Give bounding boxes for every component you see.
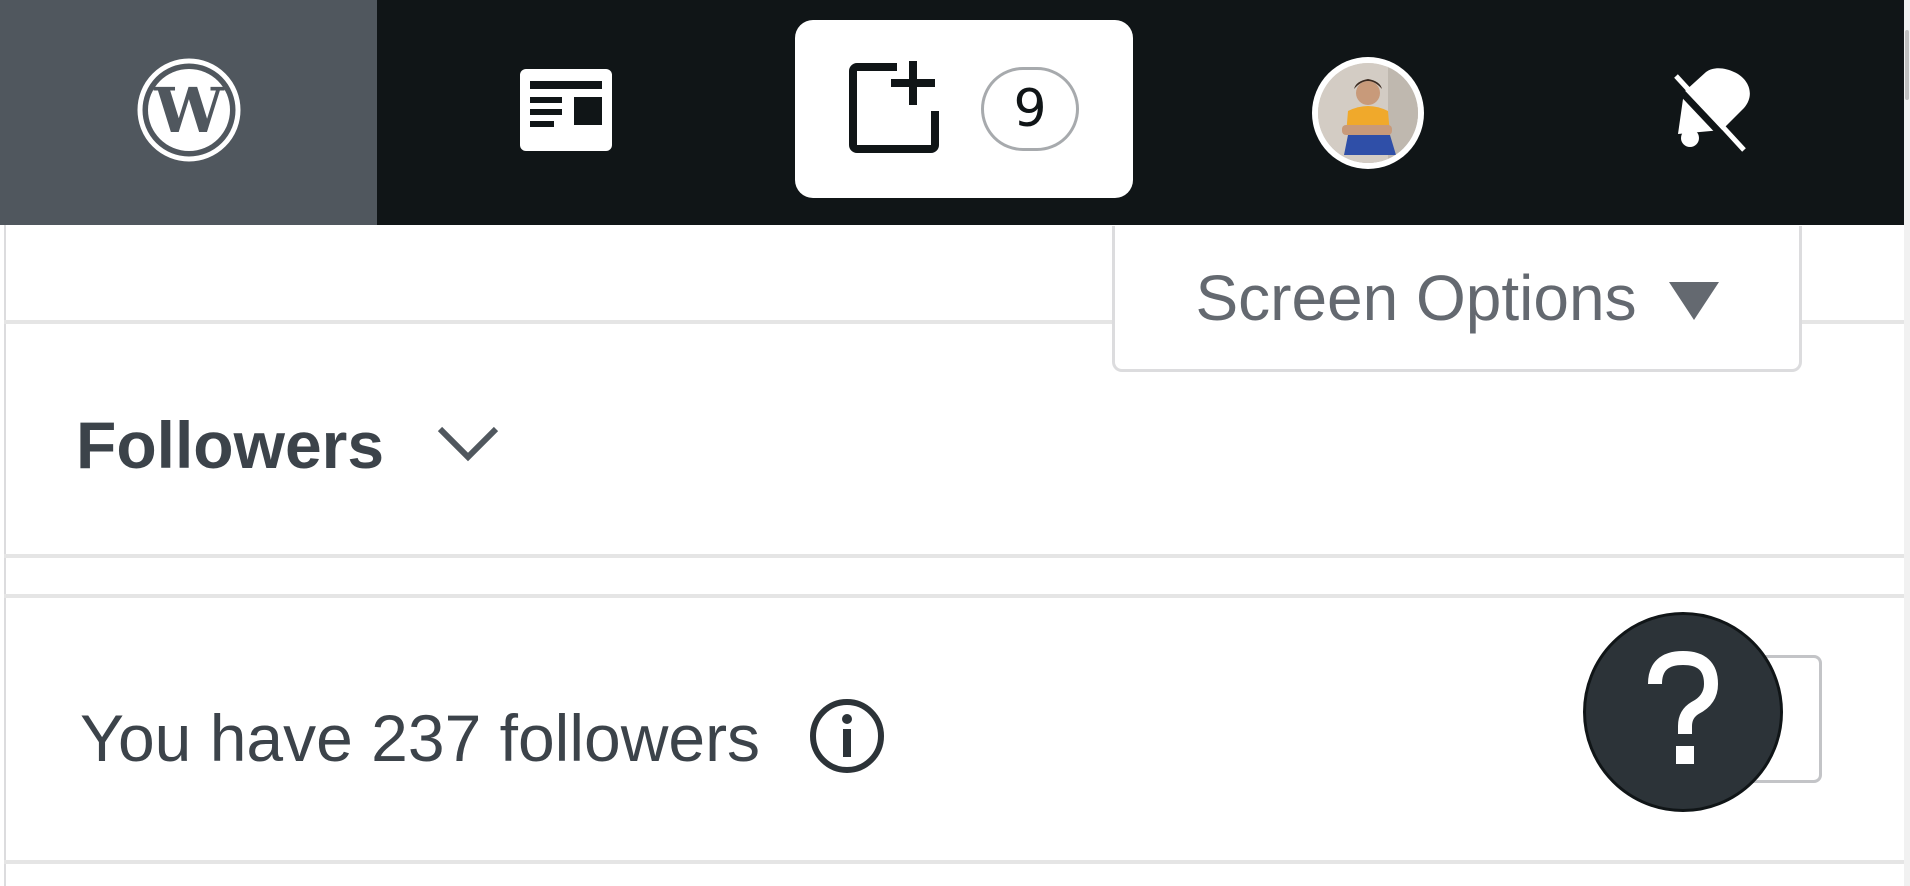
divider	[4, 554, 1904, 558]
screen-options-label: Screen Options	[1195, 261, 1637, 334]
write-post-button[interactable]: 9	[795, 20, 1133, 198]
followers-count-text: You have 237 followers	[80, 701, 761, 775]
info-icon[interactable]	[808, 697, 886, 780]
reader-icon	[519, 69, 612, 156]
reader-button[interactable]	[377, 0, 754, 225]
my-sites-button[interactable]: W	[0, 0, 377, 225]
profile-button[interactable]	[1310, 0, 1426, 225]
avatar	[1312, 56, 1424, 169]
followers-summary: You have 237 followers	[80, 690, 886, 786]
caret-down-icon	[1668, 281, 1719, 320]
svg-text:W: W	[153, 74, 225, 147]
page-title: Followers	[76, 408, 385, 482]
followers-dropdown[interactable]: Followers	[76, 400, 500, 490]
notifications-button[interactable]	[1640, 0, 1780, 225]
help-button[interactable]	[1583, 612, 1783, 812]
bell-icon	[1664, 64, 1756, 161]
divider	[4, 594, 1904, 598]
drafts-count-badge[interactable]: 9	[981, 67, 1079, 151]
chevron-down-icon	[436, 423, 500, 468]
question-mark-icon	[1643, 650, 1723, 775]
write-post-icon	[849, 60, 941, 158]
scrollbar[interactable]	[1904, 0, 1910, 886]
divider	[4, 860, 1904, 864]
wordpress-logo-icon: W	[137, 58, 241, 167]
screen-options-button[interactable]: Screen Options	[1112, 226, 1802, 372]
masterbar: W 9	[0, 0, 1904, 225]
scrollbar-thumb[interactable]	[1905, 30, 1909, 100]
